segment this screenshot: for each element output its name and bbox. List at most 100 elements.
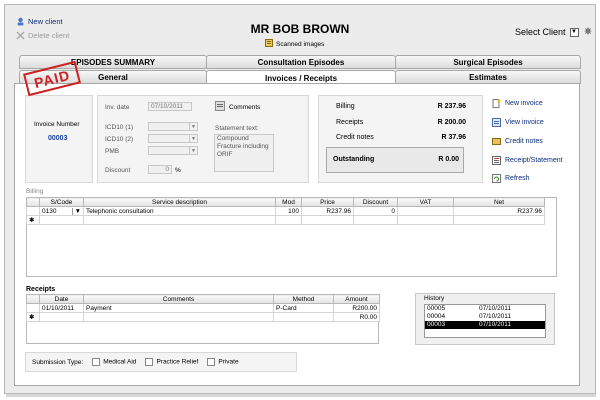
icd10-1-select[interactable]: ▼ [148, 122, 198, 131]
new-invoice-icon [492, 99, 501, 108]
comments-icon[interactable] [215, 101, 225, 113]
billing-section-title: Billing [26, 188, 44, 195]
new-row-icon: ✱ [26, 215, 40, 225]
billing-header-row: S/Code Service description Mod Price Dis… [26, 197, 545, 207]
col-discount[interactable]: Discount [353, 197, 398, 207]
settings-icon[interactable] [583, 26, 593, 38]
receipt-statement-icon [492, 156, 501, 165]
discount-unit: % [175, 167, 181, 174]
receipt-amount-cell[interactable]: R0.00 [333, 312, 380, 322]
new-invoice-label: New invoice [505, 100, 543, 107]
col-net[interactable]: Net [453, 197, 545, 207]
list-item-selected[interactable]: 00003 07/10/2011 [425, 321, 545, 329]
receipt-statement-label: Receipt/Statement [505, 157, 563, 164]
credit-notes-summary-label: Credit notes [336, 134, 374, 141]
list-item[interactable]: 00005 07/10/2011 [425, 305, 545, 313]
receipts-summary-label: Receipts [336, 119, 364, 126]
receipt-comments-cell[interactable]: Payment [83, 303, 274, 313]
chevron-down-icon: ▼ [189, 123, 197, 130]
patient-name: MR BOB BROWN [250, 22, 350, 36]
col-scode[interactable]: S/Code [39, 197, 84, 207]
new-row[interactable]: ✱ [26, 215, 545, 225]
tab-surgical-episodes[interactable]: Surgical Episodes [395, 55, 581, 69]
col-date[interactable]: Date [39, 294, 84, 304]
submission-type-label: Submission Type: [32, 358, 84, 366]
chevron-down-icon[interactable]: ▼ [71, 207, 81, 215]
tab-consultation-episodes[interactable]: Consultation Episodes [206, 55, 396, 69]
discount-label: Discount [105, 167, 131, 174]
table-row[interactable]: 0130 ▼ Telephonic consultation 100 R237.9… [26, 206, 545, 216]
comments-label[interactable]: Comments [229, 104, 260, 111]
select-client-label: Select Client [515, 27, 566, 37]
receipt-statement-button[interactable]: Receipt/Statement [492, 156, 563, 165]
scanned-images-link[interactable]: Scanned images [265, 39, 324, 49]
icd10-2-label: ICD10 (2) [105, 136, 134, 143]
view-invoice-label: View invoice [505, 119, 544, 126]
service-cell[interactable]: Telephonic consultation [83, 206, 276, 216]
receipts-table: Date Comments Method Amount 01/10/2011 P… [26, 294, 380, 322]
discount-field[interactable]: 0 [148, 165, 172, 174]
billing-summary-row: Billing R 237.96 [336, 103, 466, 110]
invoice-number-label: Invoice Number [34, 121, 80, 128]
new-invoice-button[interactable]: New invoice [492, 99, 543, 108]
icd10-1-label: ICD10 (1) [105, 124, 134, 131]
price-cell[interactable]: R237.96 [301, 206, 354, 216]
history-list[interactable]: 00005 07/10/2011 00004 07/10/2011 00003 07/… [424, 304, 546, 338]
credit-notes-button[interactable]: Credit notes [492, 137, 543, 146]
vat-cell[interactable] [397, 206, 454, 216]
icd10-2-select[interactable]: ▼ [148, 134, 198, 143]
refresh-button[interactable]: Refresh [492, 174, 530, 183]
chevron-down-icon: ▼ [189, 135, 197, 142]
billing-table: S/Code Service description Mod Price Dis… [26, 197, 545, 225]
receipts-section-title: Receipts [26, 286, 56, 293]
list-item[interactable]: 00004 07/10/2011 [425, 313, 545, 321]
col-comments[interactable]: Comments [83, 294, 274, 304]
private-checkbox[interactable]: Private [207, 358, 239, 366]
outstanding-row: Outstanding R 0.00 [333, 156, 459, 163]
outstanding-label: Outstanding [333, 156, 375, 163]
header-bar: New client Delete client MR BOB BROWN Sc… [5, 5, 595, 53]
refresh-label: Refresh [505, 175, 530, 182]
col-service-description[interactable]: Service description [83, 197, 276, 207]
new-row[interactable]: ✱ R0.00 [26, 312, 380, 322]
checkbox-icon[interactable] [207, 358, 216, 366]
scanned-images-label: Scanned images [276, 40, 325, 48]
chevron-down-icon: ▼ [189, 147, 197, 154]
credit-notes-label: Credit notes [505, 138, 543, 145]
col-method[interactable]: Method [273, 294, 334, 304]
col-amount[interactable]: Amount [333, 294, 380, 304]
refresh-icon [492, 174, 501, 183]
col-vat[interactable]: VAT [397, 197, 454, 207]
view-invoice-icon [492, 118, 501, 127]
invoice-number-value: 00003 [48, 135, 68, 142]
outstanding-value: R 0.00 [438, 156, 459, 163]
view-invoice-button[interactable]: View invoice [492, 118, 544, 127]
receipt-date-cell[interactable]: 01/10/2011 [39, 303, 84, 313]
net-cell[interactable]: R237.96 [453, 206, 545, 216]
credit-notes-summary-row: Credit notes R 37.96 [336, 134, 466, 141]
scanned-images-icon [265, 39, 273, 49]
checkbox-icon[interactable] [92, 358, 101, 366]
table-row[interactable]: 01/10/2011 Payment P-Card R200.00 [26, 303, 380, 313]
receipt-method-cell[interactable]: P-Card [273, 303, 334, 313]
billing-summary-value: R 237.96 [437, 103, 466, 110]
scode-cell[interactable]: 0130 ▼ [39, 206, 84, 216]
receipt-amount-cell[interactable]: R200.00 [333, 303, 380, 313]
practice-relief-checkbox[interactable]: Practice Relief [145, 358, 198, 366]
statement-text-field[interactable]: Compound Fracture including ORIF [214, 134, 274, 172]
medical-aid-checkbox[interactable]: Medical Aid [92, 358, 136, 366]
inv-date-field[interactable]: 07/10/2011 [148, 102, 192, 111]
discount-cell[interactable]: 0 [353, 206, 398, 216]
checkbox-icon[interactable] [145, 358, 154, 366]
pmb-select[interactable]: ▼ [148, 146, 198, 155]
history-title: History [424, 295, 445, 302]
receipts-summary-value: R 200.00 [437, 119, 466, 126]
mod-cell[interactable]: 100 [275, 206, 302, 216]
col-mod[interactable]: Mod [275, 197, 302, 207]
col-price[interactable]: Price [301, 197, 354, 207]
list-item-empty [425, 329, 545, 337]
receipts-header-row: Date Comments Method Amount [26, 294, 380, 304]
select-client-control[interactable]: Select Client ▼ [515, 26, 593, 38]
tab-estimates[interactable]: Estimates [395, 70, 581, 84]
chevron-down-icon[interactable]: ▼ [569, 27, 579, 37]
